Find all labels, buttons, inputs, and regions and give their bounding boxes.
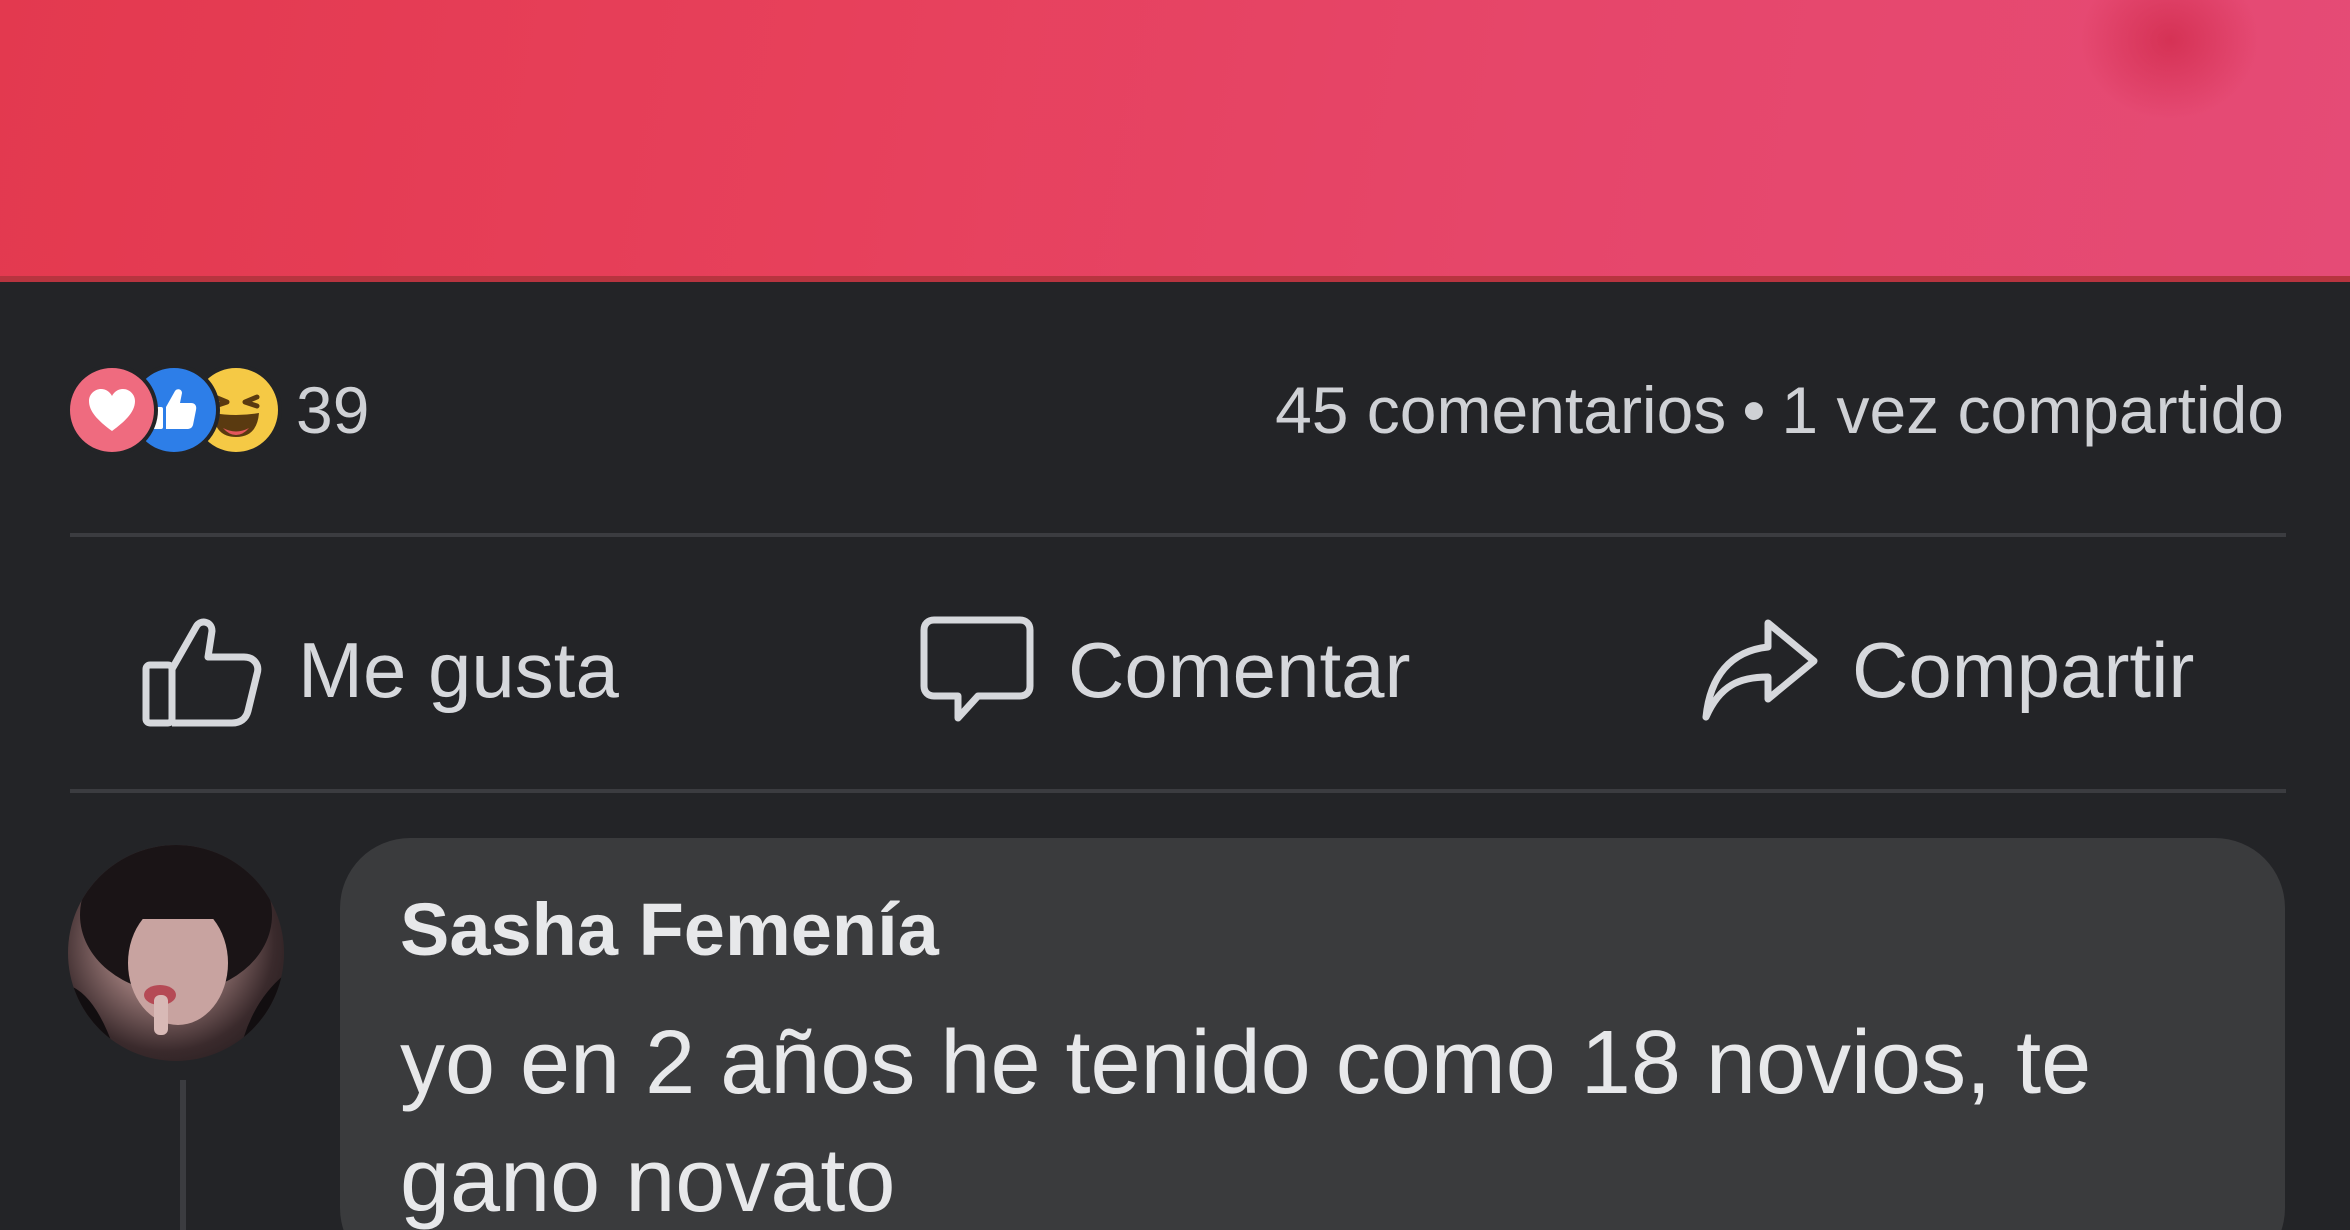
reaction-count: 39 (296, 373, 370, 447)
comment-count-link[interactable]: 45 comentarios (1275, 373, 1726, 447)
stats-separator: • (1742, 373, 1766, 447)
avatar[interactable] (68, 845, 284, 1061)
comment-text: yo en 2 años he tenido como 18 novios, t… (400, 1013, 2092, 1230)
post-image-shade (2080, 0, 2260, 120)
comment-button-label: Comentar (1068, 625, 1411, 714)
share-arrow-icon (1702, 619, 1818, 721)
divider-top (70, 533, 2286, 537)
share-button[interactable]: Compartir (1700, 600, 2194, 740)
comment-author[interactable]: Sasha Femenía (400, 880, 939, 980)
comment-button[interactable]: Comentar (920, 600, 1410, 740)
like-button-label: Me gusta (298, 625, 619, 714)
reactions-summary[interactable]: 39 (66, 364, 370, 456)
comment-bubble-icon (920, 616, 1034, 722)
divider-bottom (70, 789, 2286, 793)
thumbs-up-icon (142, 618, 262, 727)
share-button-label: Compartir (1852, 625, 2195, 714)
love-reaction-icon (66, 364, 158, 456)
reply-thread-line (180, 1080, 186, 1230)
post-counts: 45 comentarios • 1 vez compartido (1275, 365, 2284, 455)
post-image-edge (0, 276, 2350, 282)
post-stats-row: 39 45 comentarios • 1 vez compartido (66, 364, 2284, 456)
like-button[interactable]: Me gusta (140, 600, 619, 740)
facebook-post: 39 45 comentarios • 1 vez compartido Me gu… (0, 0, 2350, 1230)
avatar-photo (68, 845, 284, 1061)
post-image[interactable] (0, 0, 2350, 282)
share-count-link[interactable]: 1 vez compartido (1781, 373, 2284, 447)
